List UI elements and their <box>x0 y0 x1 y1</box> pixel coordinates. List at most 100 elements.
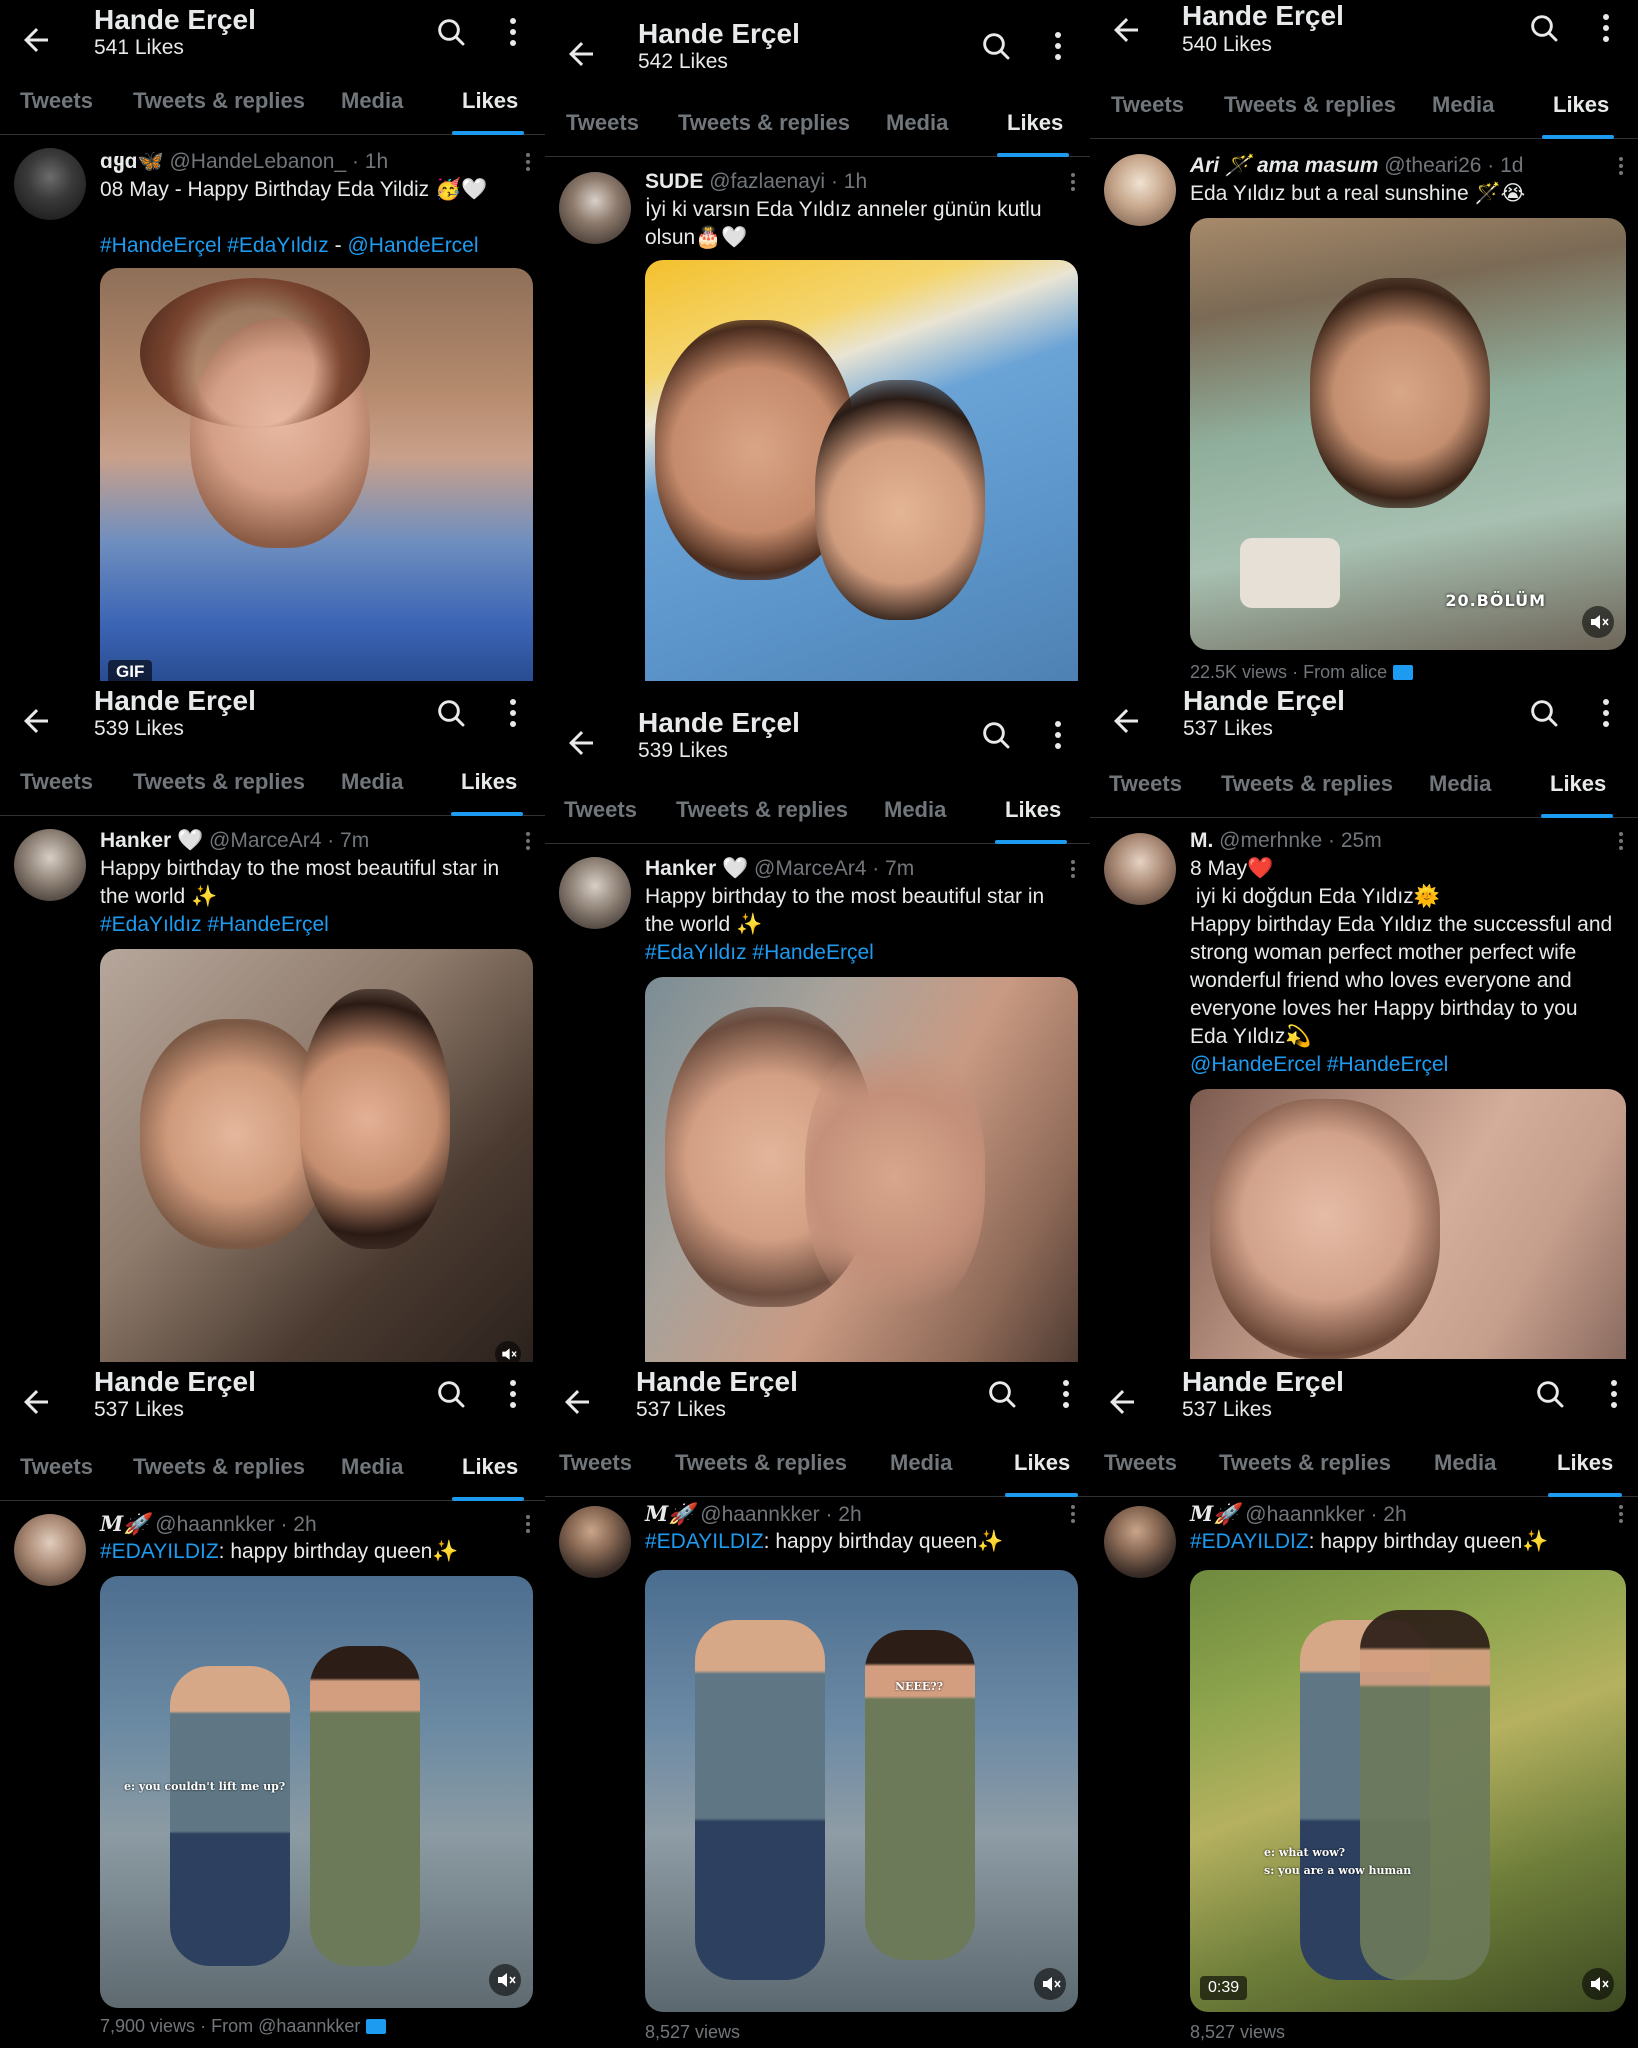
search-icon[interactable] <box>986 1378 1018 1410</box>
avatar[interactable] <box>14 1514 86 1586</box>
tab-likes[interactable]: Likes <box>1014 1450 1070 1476</box>
tab-likes[interactable]: Likes <box>1557 1450 1613 1476</box>
tab-tweets[interactable]: Tweets <box>559 1450 632 1476</box>
tab-media[interactable]: Media <box>341 769 403 795</box>
more-options-icon[interactable] <box>1054 719 1062 751</box>
tab-likes[interactable]: Likes <box>1553 92 1609 118</box>
hashtags[interactable]: #HandeErçel #EdaYıldız <box>100 234 329 257</box>
tweet-video[interactable] <box>100 949 533 1362</box>
tab-tweets-replies[interactable]: Tweets & replies <box>1221 771 1393 797</box>
tweet[interactable]: Hanker 🤍 @MarceAr4 · 7m Happy birthday t… <box>545 843 1090 1362</box>
tab-tweets-replies[interactable]: Tweets & replies <box>675 1450 847 1476</box>
avatar[interactable] <box>1104 833 1176 905</box>
tweet[interactable]: Ari 🪄 ama masum @theari26 · 1d Eda Yıldı… <box>1090 138 1638 681</box>
tweet[interactable]: M🚀 @haannkker · 2h #EDAYILDIZ: happy bir… <box>545 1496 1090 2048</box>
more-options-icon[interactable] <box>509 1378 517 1410</box>
author-name[interactable]: M. <box>1190 829 1213 852</box>
video-source[interactable]: · From @haannkker <box>200 2016 360 2036</box>
more-options-icon[interactable] <box>509 697 517 729</box>
tab-tweets[interactable]: Tweets <box>20 88 93 114</box>
tab-media[interactable]: Media <box>884 797 946 823</box>
author-name[interactable]: Ari 🪄 ama masum <box>1190 154 1378 177</box>
tab-tweets-replies[interactable]: Tweets & replies <box>1224 92 1396 118</box>
author-name[interactable]: ɑყɑ🦋 <box>100 150 164 173</box>
tab-tweets[interactable]: Tweets <box>1104 1450 1177 1476</box>
tweet-video[interactable]: e: what wow? s: you are a wow human 0:39 <box>1190 1570 1626 2012</box>
tab-media[interactable]: Media <box>1429 771 1491 797</box>
tweet-video[interactable]: NEEE?? <box>645 1570 1078 2012</box>
more-icon[interactable] <box>1618 1504 1624 1524</box>
tweet-hashtags[interactable]: #EdaYıldız #HandeErçel <box>100 911 531 939</box>
tweet[interactable]: ɑყɑ🦋 @HandeLebanon_ · 1h 08 May - Happy … <box>0 134 545 681</box>
back-arrow-icon[interactable] <box>559 1384 595 1420</box>
more-icon[interactable] <box>1070 1504 1076 1524</box>
author-handle[interactable]: @haannkker <box>700 1503 819 1526</box>
tab-tweets-replies[interactable]: Tweets & replies <box>133 88 305 114</box>
tab-likes[interactable]: Likes <box>461 769 517 795</box>
tab-tweets[interactable]: Tweets <box>20 769 93 795</box>
author-name[interactable]: M🚀 <box>1190 1501 1239 1526</box>
tab-media[interactable]: Media <box>341 1454 403 1480</box>
mute-icon[interactable] <box>1582 606 1614 638</box>
hashtag[interactable]: #EDAYILDIZ <box>100 1540 219 1563</box>
more-options-icon[interactable] <box>1054 30 1062 62</box>
more-options-icon[interactable] <box>1602 12 1610 44</box>
author-handle[interactable]: @MarceAr4 <box>754 857 866 880</box>
back-arrow-icon[interactable] <box>1108 12 1144 48</box>
tab-tweets-replies[interactable]: Tweets & replies <box>676 797 848 823</box>
tweet[interactable]: Hanker 🤍 @MarceAr4 · 7m Happy birthday t… <box>0 815 545 1362</box>
back-arrow-icon[interactable] <box>18 1384 54 1420</box>
mute-icon[interactable] <box>1034 1968 1066 2000</box>
tab-tweets-replies[interactable]: Tweets & replies <box>1219 1450 1391 1476</box>
search-icon[interactable] <box>1534 1378 1566 1410</box>
avatar[interactable] <box>1104 154 1176 226</box>
search-icon[interactable] <box>980 30 1012 62</box>
author-handle[interactable]: @HandeLebanon_ <box>169 150 346 173</box>
author-handle[interactable]: @fazlaenayi <box>709 170 825 193</box>
tweet[interactable]: M🚀 @haannkker · 2h #EDAYILDIZ: happy bir… <box>0 1500 545 2048</box>
back-arrow-icon[interactable] <box>563 36 599 72</box>
more-icon[interactable] <box>1618 156 1624 176</box>
more-icon[interactable] <box>1070 172 1076 192</box>
avatar[interactable] <box>559 172 631 244</box>
more-icon[interactable] <box>525 1514 531 1534</box>
tab-likes[interactable]: Likes <box>1550 771 1606 797</box>
back-arrow-icon[interactable] <box>18 22 54 58</box>
tweet-video[interactable] <box>645 977 1078 1362</box>
tweet-video[interactable]: e: you couldn't lift me up? <box>100 1576 533 2008</box>
tweet-hashtags[interactable]: @HandeErcel #HandeErçel <box>1190 1051 1624 1079</box>
search-icon[interactable] <box>435 16 467 48</box>
tab-tweets[interactable]: Tweets <box>1109 771 1182 797</box>
hashtag[interactable]: #EDAYILDIZ <box>1190 1530 1309 1553</box>
mute-icon[interactable] <box>495 1341 521 1362</box>
tab-tweets-replies[interactable]: Tweets & replies <box>133 769 305 795</box>
more-icon[interactable] <box>525 152 531 172</box>
tweet[interactable]: M🚀 @haannkker · 2h #EDAYILDIZ: happy bir… <box>1090 1496 1638 2048</box>
tab-tweets-replies[interactable]: Tweets & replies <box>133 1454 305 1480</box>
tweet[interactable]: SUDE @fazlaenayi · 1h İyi ki varsın Eda … <box>545 156 1090 681</box>
search-icon[interactable] <box>1528 12 1560 44</box>
avatar[interactable] <box>559 1506 631 1578</box>
tab-tweets[interactable]: Tweets <box>1111 92 1184 118</box>
author-handle[interactable]: @MarceAr4 <box>209 829 321 852</box>
mute-icon[interactable] <box>1582 1968 1614 2000</box>
author-name[interactable]: SUDE <box>645 170 703 193</box>
tab-media[interactable]: Media <box>341 88 403 114</box>
video-source[interactable]: · From alice <box>1292 662 1387 681</box>
tab-likes[interactable]: Likes <box>1005 797 1061 823</box>
tweet-video[interactable]: 20.BÖLÜM <box>1190 218 1626 650</box>
avatar[interactable] <box>14 148 86 220</box>
more-options-icon[interactable] <box>1610 1378 1618 1410</box>
tweet-gif[interactable]: GIF <box>100 268 533 681</box>
search-icon[interactable] <box>435 1378 467 1410</box>
back-arrow-icon[interactable] <box>1108 703 1144 739</box>
mention[interactable]: @HandeErcel <box>347 234 478 257</box>
tab-tweets[interactable]: Tweets <box>564 797 637 823</box>
tweet[interactable]: M. @merhnke · 25m 8 May❤️ iyi ki doğdun … <box>1090 817 1638 1362</box>
author-name[interactable]: M🚀 <box>645 1501 694 1526</box>
hashtag[interactable]: #EDAYILDIZ <box>645 1530 764 1553</box>
avatar[interactable] <box>14 829 86 901</box>
tab-tweets[interactable]: Tweets <box>20 1454 93 1480</box>
search-icon[interactable] <box>435 697 467 729</box>
tab-tweets-replies[interactable]: Tweets & replies <box>678 110 850 136</box>
